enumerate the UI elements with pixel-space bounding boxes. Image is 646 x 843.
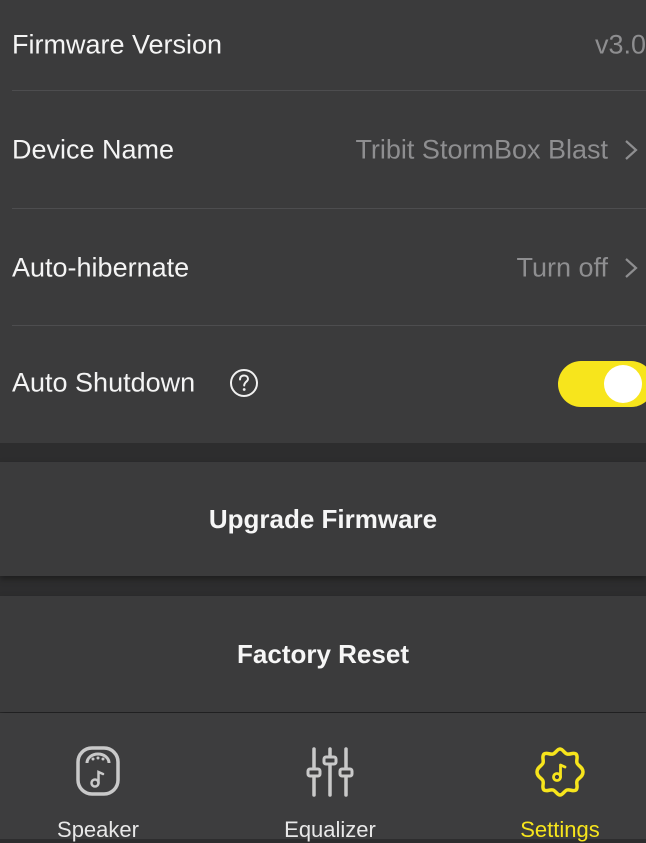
firmware-version-label: Firmware Version (12, 29, 223, 60)
help-icon[interactable] (229, 368, 259, 398)
nav-label-equalizer: Equalizer (284, 817, 376, 842)
device-name-value: Tribit StormBox Blast (355, 134, 608, 165)
nav-tab-settings[interactable]: Settings (480, 713, 640, 842)
device-name-row[interactable]: Device Name Tribit StormBox Blast (0, 105, 646, 195)
settings-list: Firmware Version v3.0 Device Name Tribit… (0, 0, 646, 443)
toggle-knob (604, 365, 642, 403)
firmware-version-value: v3.0 (594, 29, 646, 60)
auto-hibernate-label: Auto-hibernate (12, 252, 190, 283)
chevron-right-icon (625, 258, 638, 278)
auto-shutdown-label: Auto Shutdown (12, 367, 196, 398)
divider (12, 90, 646, 91)
nav-label-speaker: Speaker (57, 817, 139, 842)
bottom-nav: Speaker Equalizer Settings (0, 713, 646, 842)
factory-reset-button[interactable]: Factory Reset (0, 596, 646, 712)
speaker-icon (76, 746, 120, 796)
auto-hibernate-value: Turn off (516, 252, 608, 283)
device-name-label: Device Name (12, 134, 175, 165)
nav-tab-equalizer[interactable]: Equalizer (250, 713, 410, 842)
divider (12, 325, 646, 326)
settings-icon (535, 747, 585, 797)
firmware-version-row: Firmware Version v3.0 (0, 0, 646, 90)
auto-hibernate-row[interactable]: Auto-hibernate Turn off (0, 223, 646, 313)
auto-shutdown-row: Auto Shutdown (0, 338, 646, 428)
divider (12, 208, 646, 209)
auto-shutdown-toggle[interactable] (558, 361, 646, 407)
nav-tab-speaker[interactable]: Speaker (18, 713, 178, 842)
equalizer-icon (306, 747, 354, 797)
upgrade-firmware-button[interactable]: Upgrade Firmware (0, 462, 646, 576)
nav-label-settings: Settings (520, 817, 600, 842)
chevron-right-icon (625, 140, 638, 160)
